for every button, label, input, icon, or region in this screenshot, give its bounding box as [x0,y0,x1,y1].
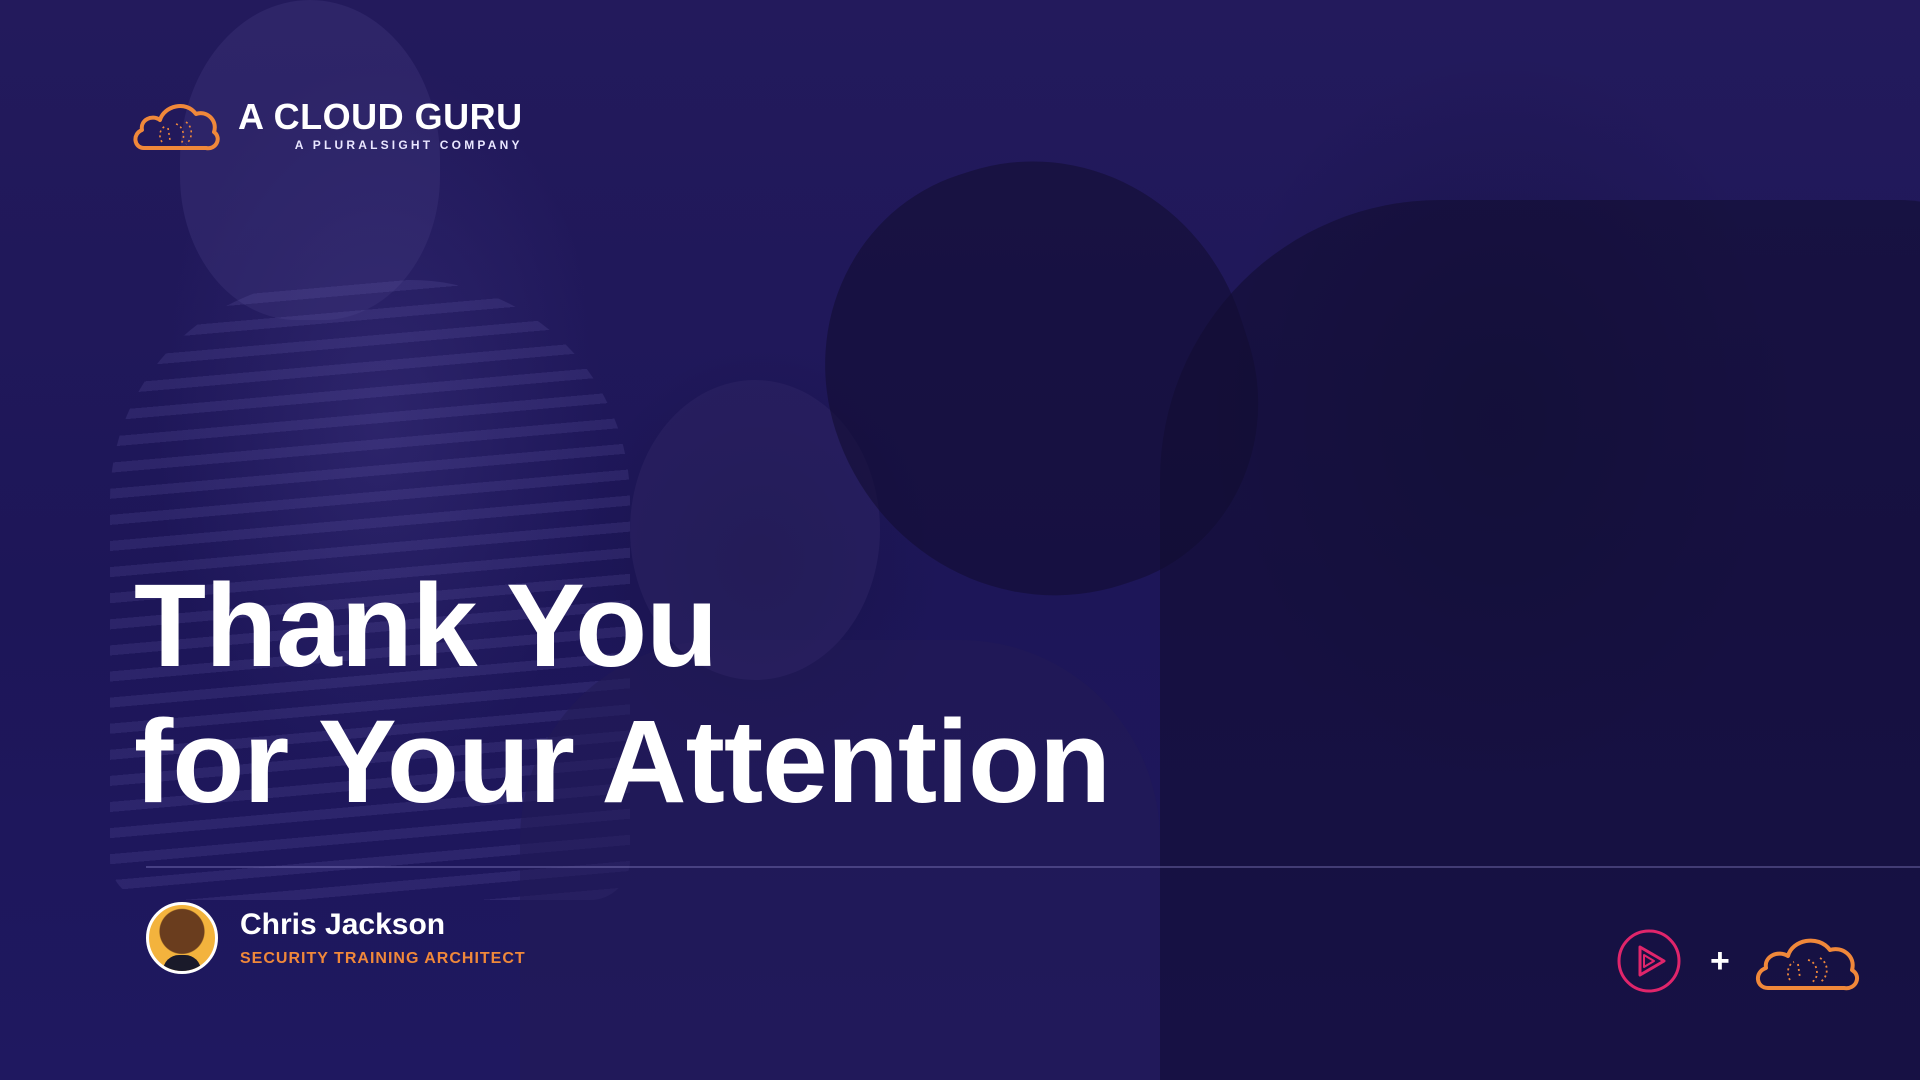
presenter-block: Chris Jackson SECURITY TRAINING ARCHITEC… [146,902,526,974]
logo-subtitle: A PLURALSIGHT COMPANY [294,138,523,152]
cloud-icon [1755,938,1859,991]
presenter-name: Chris Jackson [240,908,446,941]
slide-title: Thank You for Your Attention [134,558,1111,830]
photo-person-woman [180,0,440,320]
avatar [146,902,218,974]
slide: A CLOUD GURU A PLURALSIGHT COMPANY Thank… [0,0,1920,1080]
logo-text: A CLOUD GURU A PLURALSIGHT COMPANY [238,96,523,153]
brand-combo: + [1616,928,1864,994]
avatar-shirt [163,955,201,971]
presenter-text: Chris Jackson SECURITY TRAINING ARCHITEC… [240,908,526,968]
plus-separator: + [1710,942,1730,980]
slide-title-line-1: Thank You [134,560,718,692]
pluralsight-play-icon [1617,929,1681,993]
presenter-role: SECURITY TRAINING ARCHITECT [240,950,526,967]
brand-logo: A CLOUD GURU A PLURALSIGHT COMPANY [130,96,523,154]
divider [146,866,1920,868]
cloud-icon [133,104,220,151]
slide-title-line-2: for Your Attention [134,696,1111,828]
logo-title: A CLOUD GURU [238,96,523,137]
